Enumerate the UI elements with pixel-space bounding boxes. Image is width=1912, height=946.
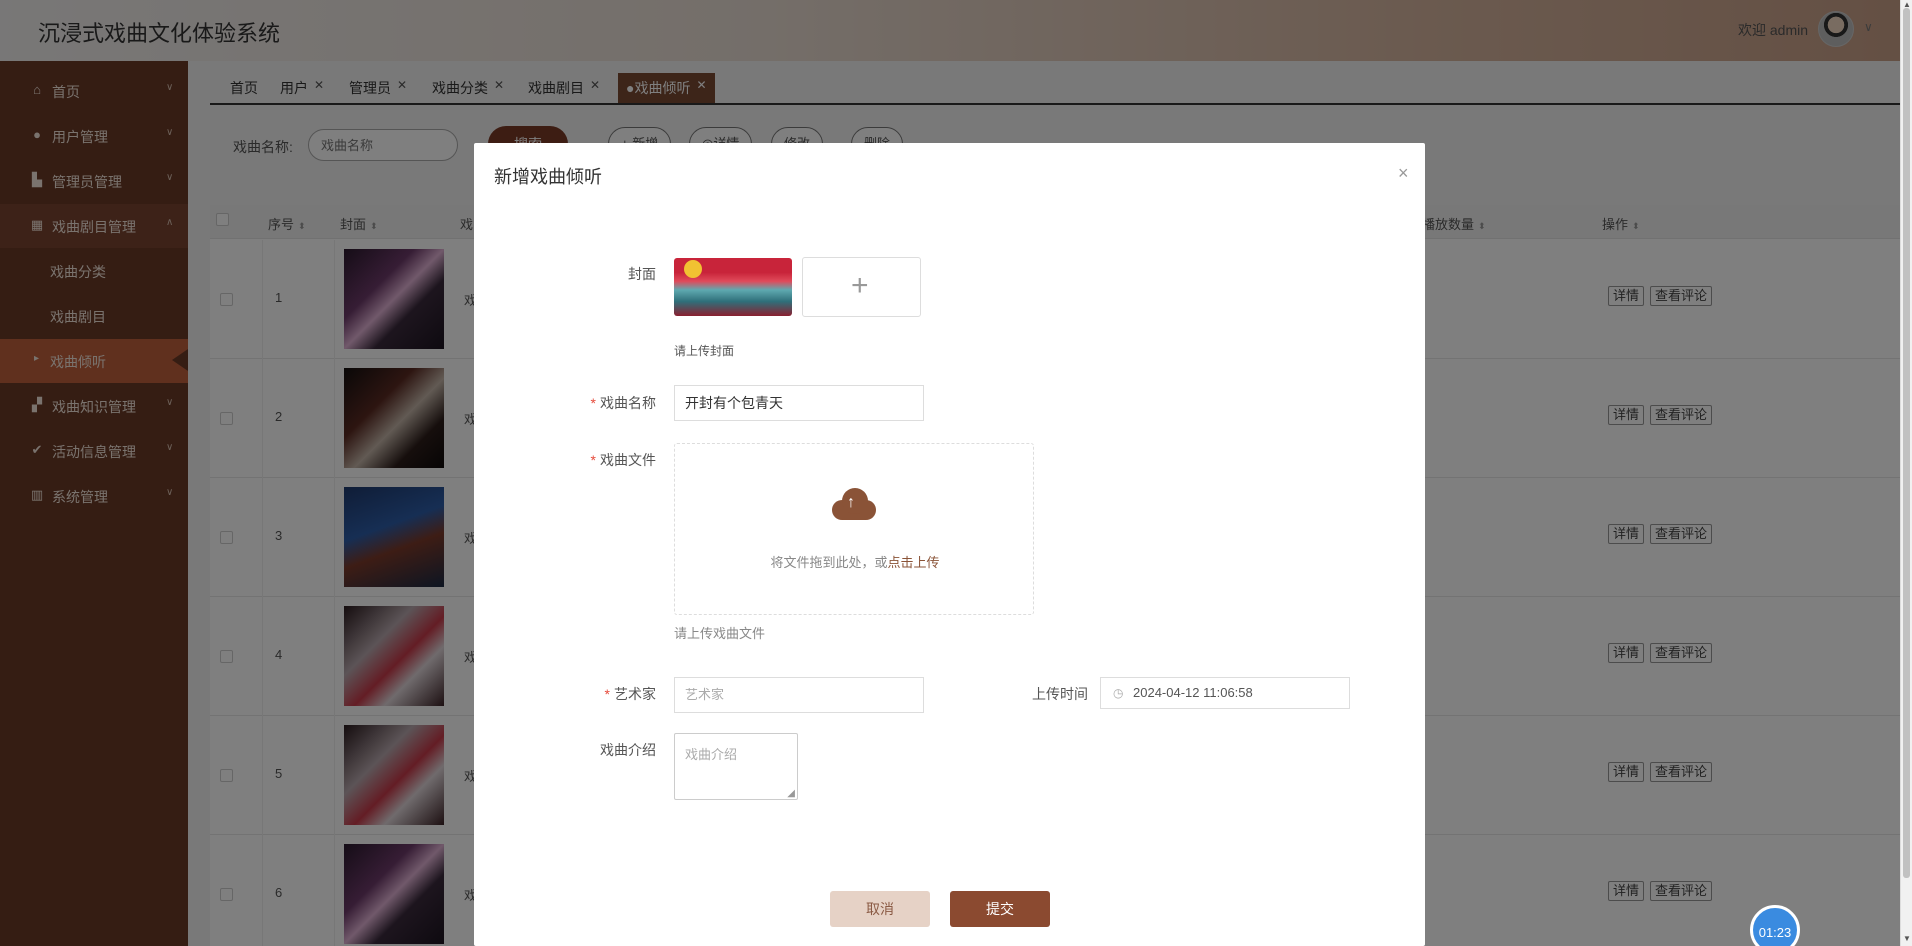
label-text: 艺术家 xyxy=(614,686,656,702)
cover-label: 封面 xyxy=(536,264,656,284)
name-label: * 戏曲名称 xyxy=(536,393,656,413)
scroll-down-icon[interactable]: ▼ xyxy=(1903,934,1911,943)
upload-time-value: 2024-04-12 11:06:58 xyxy=(1133,685,1253,700)
plus-icon: + xyxy=(851,269,869,302)
scrollbar-thumb[interactable] xyxy=(1903,8,1910,878)
label-text: 封面 xyxy=(628,266,656,282)
label-text: 戏曲名称 xyxy=(600,395,656,411)
file-hint: 请上传戏曲文件 xyxy=(674,626,766,641)
file-label: * 戏曲文件 xyxy=(536,450,656,470)
label-text: 上传时间 xyxy=(1032,686,1088,702)
artist-label: * 艺术家 xyxy=(536,684,656,704)
required-mark: * xyxy=(604,686,610,702)
cover-upload-button[interactable]: + xyxy=(802,257,921,317)
resize-handle-icon[interactable]: ◢ xyxy=(787,788,795,799)
required-mark: * xyxy=(590,395,596,411)
submit-button[interactable]: 提交 xyxy=(950,891,1050,927)
artist-input[interactable]: 艺术家 xyxy=(674,677,924,713)
cloud-shape xyxy=(842,488,868,514)
arrow-up-icon: ↑ xyxy=(847,494,855,511)
label-text: 戏曲文件 xyxy=(600,452,656,468)
intro-textarea[interactable]: 戏曲介绍 ◢ xyxy=(674,733,798,800)
clock-icon: ◷ xyxy=(1113,686,1124,700)
dialog-title: 新增戏曲倾听 xyxy=(494,167,602,187)
upload-cloud-icon: ↑ xyxy=(832,488,876,520)
cancel-button[interactable]: 取消 xyxy=(830,891,930,927)
click-upload-link[interactable]: 点击上传 xyxy=(888,555,940,570)
upload-text-plain: 将文件拖到此处，或 xyxy=(770,555,888,570)
label-text: 戏曲介绍 xyxy=(600,742,656,758)
add-dialog: 新增戏曲倾听 × 封面 + 请上传封面 * 戏曲名称 开封有个包青天 * 戏曲文件 … xyxy=(474,143,1425,946)
upload-text: 将文件拖到此处，或点击上传 xyxy=(675,552,1035,571)
upload-time-label: 上传时间 xyxy=(968,684,1088,704)
upload-time-picker[interactable]: ◷ 2024-04-12 11:06:58 xyxy=(1100,677,1350,709)
name-input[interactable]: 开封有个包青天 xyxy=(674,385,924,421)
required-mark: * xyxy=(590,452,596,468)
cover-hint: 请上传封面 xyxy=(674,344,735,358)
close-icon[interactable]: × xyxy=(1398,163,1409,184)
thumbnail-detail xyxy=(684,260,702,278)
page-scrollbar[interactable]: ▲ ▼ xyxy=(1900,0,1912,946)
intro-label: 戏曲介绍 xyxy=(536,740,656,760)
cover-thumbnail[interactable] xyxy=(674,258,792,316)
file-dropzone[interactable]: ↑ 将文件拖到此处，或点击上传 xyxy=(674,443,1034,615)
intro-placeholder: 戏曲介绍 xyxy=(685,747,738,762)
